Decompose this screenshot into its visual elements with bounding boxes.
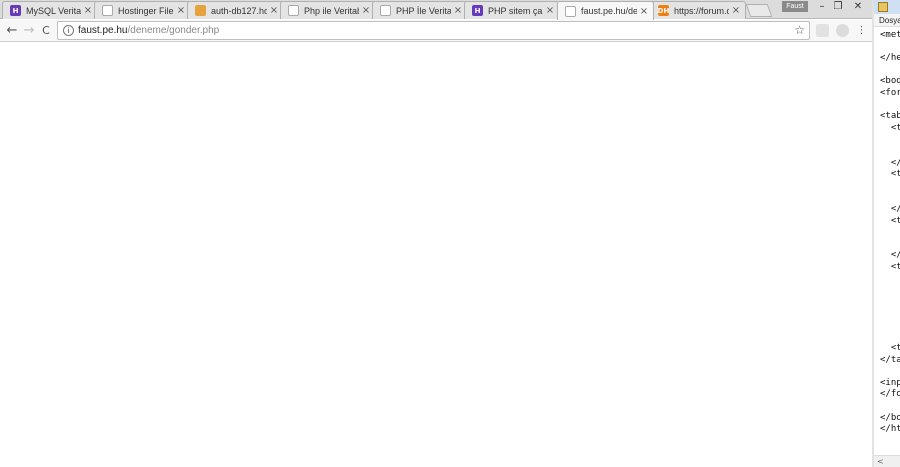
editor-line: </tab: [880, 354, 900, 365]
profile-button[interactable]: Faust: [782, 1, 808, 12]
document-icon: [102, 5, 113, 16]
bookmark-star-icon[interactable]: ☆: [794, 23, 805, 37]
extension-icon-2[interactable]: [836, 24, 849, 37]
browser-window: H MySQL Veritabanı × Hostinger File M × …: [0, 0, 872, 467]
url-host: faust.pe.hu: [78, 25, 128, 36]
document-icon: [380, 5, 391, 16]
extension-icon[interactable]: [816, 24, 829, 37]
editor-line: </bod: [880, 412, 900, 423]
tab-title: Php ile Veritaba: [304, 5, 359, 16]
editor-line: <t: [880, 343, 900, 354]
hostinger-icon: H: [472, 5, 483, 16]
address-url[interactable]: faust.pe.hu/deneme/gonder.php: [78, 25, 219, 36]
editor-line: <t: [880, 261, 900, 272]
page-content: [0, 43, 872, 467]
tab-title: PHP İle Veritaba: [396, 5, 451, 16]
editor-line: <body: [880, 76, 900, 87]
tab-faust-active[interactable]: faust.pe.hu/den ×: [557, 1, 654, 20]
reload-button[interactable]: C: [38, 23, 54, 39]
maximize-button[interactable]: ❐: [828, 0, 848, 14]
tab-title: MySQL Veritabanı: [26, 5, 81, 16]
browser-toolbar: ← → C i faust.pe.hu/deneme/gonder.php ☆ …: [0, 20, 872, 42]
editor-line: <meta: [880, 30, 900, 40]
close-icon[interactable]: ×: [453, 5, 463, 16]
address-bar[interactable]: i faust.pe.hu/deneme/gonder.php ☆: [57, 21, 810, 40]
editor-line: <tabl: [880, 111, 900, 122]
close-icon[interactable]: ×: [731, 5, 741, 16]
editor-titlebar: [874, 0, 900, 14]
editor-line: </for: [880, 389, 900, 400]
close-icon[interactable]: ×: [639, 6, 649, 17]
document-icon: [565, 5, 576, 17]
tab-forum[interactable]: DH https://forum.d ×: [650, 1, 746, 19]
editor-textarea[interactable]: <meta</hea<body<form<tabl <t </t <t </t …: [880, 30, 900, 436]
menu-icon[interactable]: ⋮: [855, 24, 868, 37]
editor-line: <t: [880, 215, 900, 226]
tab-title: https://forum.d: [674, 5, 729, 16]
editor-line: <t: [880, 122, 900, 133]
tab-php-veritabani-2[interactable]: PHP İle Veritaba ×: [372, 1, 468, 19]
tab-auth-db[interactable]: auth-db127.hos ×: [187, 1, 284, 19]
url-path: /deneme/gonder.php: [127, 25, 220, 36]
close-icon[interactable]: ×: [176, 5, 186, 16]
editor-line: </htm: [880, 424, 900, 435]
tab-hostinger-file[interactable]: Hostinger File M ×: [94, 1, 191, 19]
dh-icon: DH: [657, 5, 670, 16]
close-icon[interactable]: ×: [361, 5, 371, 16]
editor-line: </t: [890, 157, 900, 168]
back-button[interactable]: ←: [4, 23, 20, 39]
scroll-left-icon[interactable]: <: [877, 457, 884, 466]
tab-title: faust.pe.hu/den: [581, 6, 637, 16]
tab-php-sitem[interactable]: H PHP sitem çalışı ×: [464, 1, 560, 19]
close-icon[interactable]: ×: [83, 5, 93, 16]
editor-line: </t: [890, 250, 900, 261]
editor-line: </t: [890, 203, 900, 214]
editor-line: <form: [880, 87, 900, 98]
document-icon: [288, 5, 299, 16]
auth-icon: [195, 5, 206, 16]
tab-title: PHP sitem çalışı: [488, 5, 543, 16]
editor-line: </hea: [880, 53, 900, 64]
tab-title: Hostinger File M: [118, 5, 174, 16]
editor-horizontal-scrollbar[interactable]: <: [874, 455, 900, 467]
editor-line: <inpu: [880, 377, 900, 388]
tab-mysql[interactable]: H MySQL Veritabanı ×: [2, 1, 98, 19]
notepad-icon: [878, 2, 888, 12]
editor-window: Dosya <meta </hea <body<form <tabl <t </t <…: [872, 0, 900, 467]
editor-menu-file[interactable]: Dosya: [874, 14, 900, 27]
close-window-button[interactable]: ✕: [848, 0, 868, 14]
tab-title: auth-db127.hos: [211, 5, 267, 16]
info-icon[interactable]: i: [63, 25, 74, 36]
new-tab-button[interactable]: [745, 4, 773, 17]
forward-button[interactable]: →: [21, 23, 37, 39]
close-icon[interactable]: ×: [545, 5, 555, 16]
screen: H MySQL Veritabanı × Hostinger File M × …: [0, 0, 900, 467]
tab-strip: H MySQL Veritabanı × Hostinger File M × …: [0, 0, 872, 20]
close-icon[interactable]: ×: [269, 5, 279, 16]
editor-line: <t: [880, 169, 900, 180]
hostinger-icon: H: [10, 5, 21, 16]
tab-php-veritabani-1[interactable]: Php ile Veritaba ×: [280, 1, 376, 19]
